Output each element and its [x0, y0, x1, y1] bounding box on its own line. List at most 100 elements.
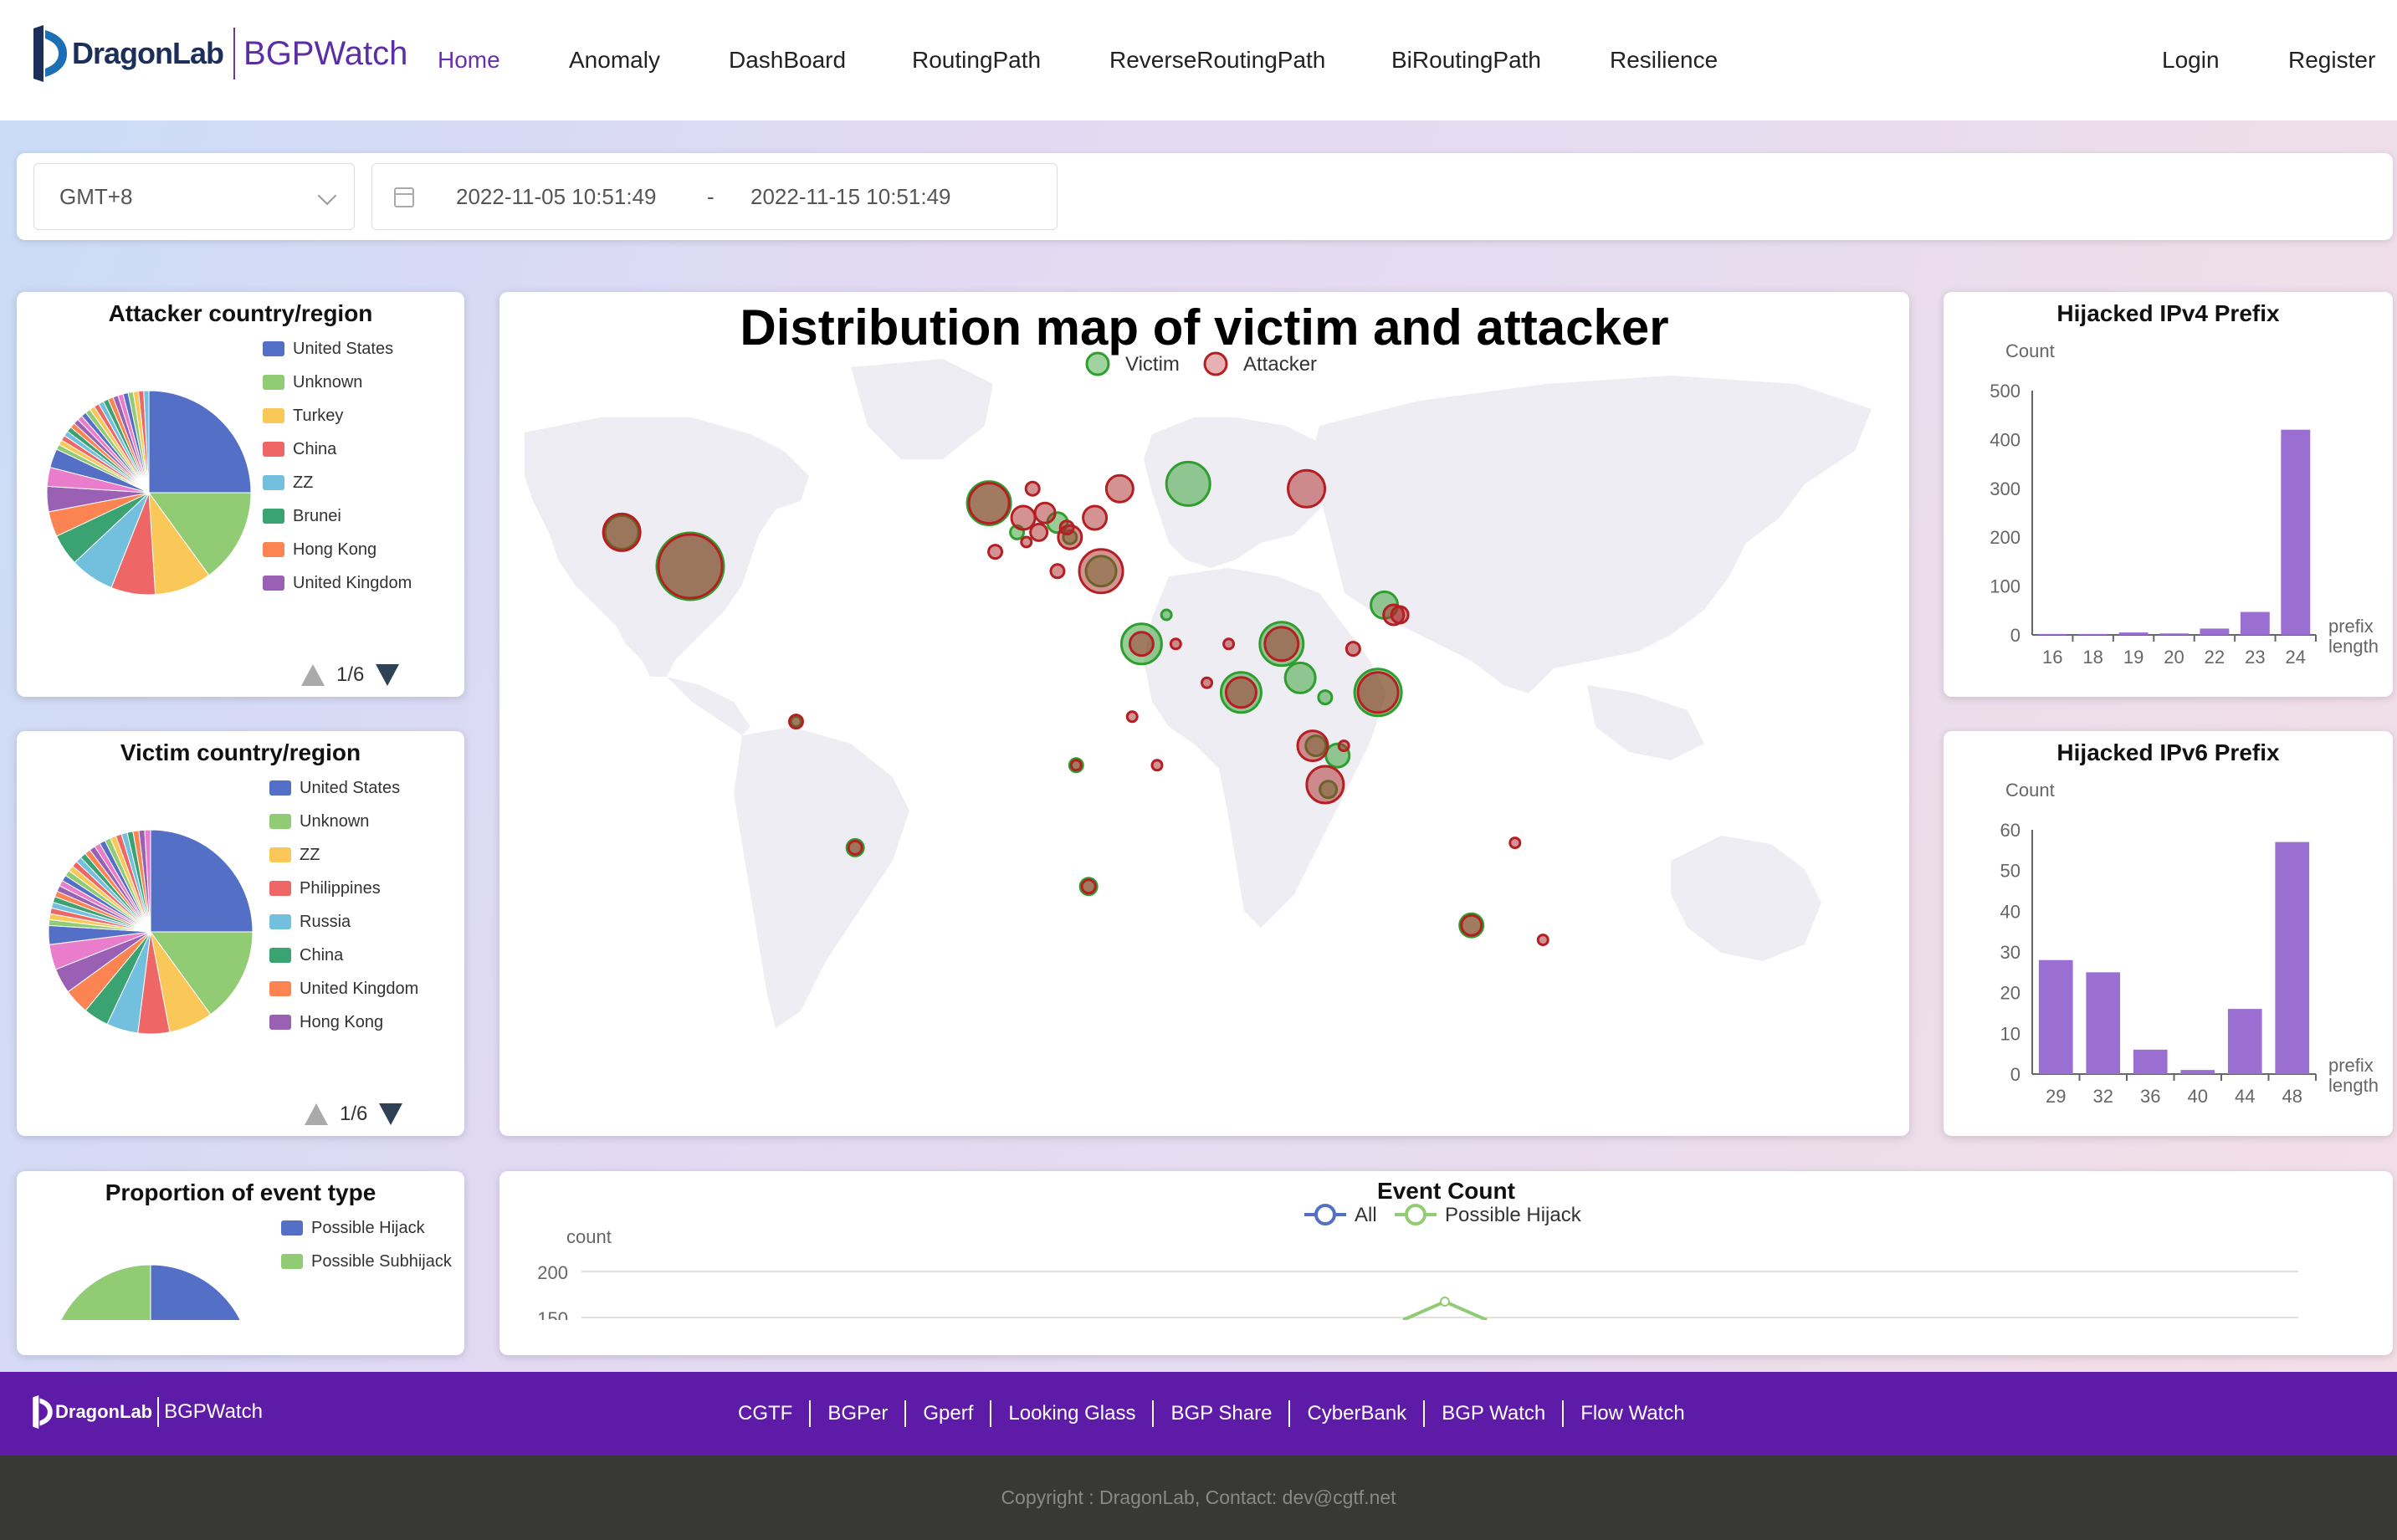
all-legend-icon[interactable] [1314, 1204, 1336, 1225]
register-link[interactable]: Register [2288, 47, 2375, 74]
attacker-legend-icon[interactable] [1203, 351, 1228, 376]
victim-marker[interactable] [1283, 661, 1317, 694]
page-down-icon[interactable] [376, 664, 400, 686]
possible-hijack-peak-point[interactable] [1440, 1297, 1450, 1307]
attacker-marker[interactable] [1305, 765, 1345, 805]
nav-resilience[interactable]: Resilience [1610, 47, 1718, 74]
attacker-marker[interactable] [1390, 605, 1410, 625]
bar-44[interactable] [2227, 1009, 2262, 1074]
login-link[interactable]: Login [2162, 47, 2220, 74]
attacker-marker[interactable] [847, 839, 863, 856]
dragonlab-logo[interactable]: DragonLab BGPWatch [32, 25, 407, 82]
attacker-marker[interactable] [657, 533, 724, 600]
attacker-marker[interactable] [967, 482, 1011, 525]
attacker-marker[interactable] [1010, 504, 1037, 531]
attacker-marker[interactable] [1263, 626, 1300, 663]
legend-item-brunei[interactable]: Brunei [263, 499, 412, 533]
bar-19[interactable] [2118, 632, 2149, 635]
nav-routingpath[interactable]: RoutingPath [912, 47, 1041, 74]
possible-hijack-legend-icon[interactable] [1405, 1204, 1426, 1225]
legend-item-united-states[interactable]: United States [269, 771, 418, 805]
page-up-icon[interactable] [301, 664, 325, 686]
attacker-marker[interactable] [1224, 676, 1257, 709]
footer-link-cyberbank[interactable]: CyberBank [1288, 1400, 1423, 1427]
attacker-marker[interactable] [1287, 468, 1327, 509]
legend-item-zz[interactable]: ZZ [263, 466, 412, 499]
end-date[interactable]: 2022-11-15 10:51:49 [750, 184, 951, 210]
bar-40[interactable] [2180, 1070, 2215, 1074]
attacker-marker[interactable] [1508, 837, 1522, 850]
bar-24[interactable] [2281, 429, 2311, 635]
attacker-marker[interactable] [1150, 759, 1164, 772]
bar-48[interactable] [2275, 842, 2310, 1074]
bar-20[interactable] [2159, 633, 2189, 635]
nav-dashboard[interactable]: DashBoard [729, 47, 846, 74]
footer-link-gperf[interactable]: Gperf [904, 1400, 990, 1427]
attacker-marker[interactable] [1080, 878, 1097, 895]
legend-item-china[interactable]: China [269, 939, 418, 972]
legend-item-china[interactable]: China [263, 432, 412, 466]
footer-link-cgtf[interactable]: CGTF [721, 1400, 809, 1427]
attacker-marker[interactable] [1536, 934, 1549, 947]
page-down-icon[interactable] [379, 1103, 403, 1125]
attacker-marker[interactable] [1460, 913, 1483, 937]
footer-link-looking-glass[interactable]: Looking Glass [990, 1400, 1152, 1427]
attacker-marker[interactable] [602, 512, 642, 552]
legend-item-zz[interactable]: ZZ [269, 838, 418, 872]
attacker-marker[interactable] [1128, 631, 1155, 657]
attacker-marker[interactable] [1104, 473, 1134, 504]
bar-32[interactable] [2086, 972, 2121, 1074]
start-date[interactable]: 2022-11-05 10:51:49 [456, 184, 657, 210]
legend-item-russia[interactable]: Russia [263, 600, 412, 606]
attacker-marker[interactable] [987, 544, 1004, 560]
attacker-marker[interactable] [1337, 739, 1350, 753]
pie-slice-possible-subhijack[interactable] [59, 1264, 151, 1320]
legend-item-philippines[interactable]: Philippines [269, 872, 418, 905]
nav-biroutingpath[interactable]: BiRoutingPath [1391, 47, 1541, 74]
legend-item-hong-kong[interactable]: Hong Kong [263, 533, 412, 566]
attacker-marker[interactable] [1024, 480, 1041, 497]
attacker-marker[interactable] [1356, 671, 1400, 714]
nav-anomaly[interactable]: Anomaly [569, 47, 660, 74]
legend-item-united-states[interactable]: United States [263, 332, 412, 366]
legend-item-united-kingdom[interactable]: United Kingdom [263, 566, 412, 600]
timezone-select[interactable]: GMT+8 [33, 163, 355, 230]
attacker-marker[interactable] [1033, 501, 1057, 524]
attacker-marker[interactable] [1344, 641, 1361, 657]
world-map[interactable]: Victim Attacker [499, 292, 1909, 1136]
footer-logo[interactable]: DragonLab BGPWatch [32, 1395, 263, 1429]
attacker-marker[interactable] [1049, 563, 1066, 580]
legend-item-nepal[interactable]: Nepal [269, 1039, 418, 1046]
bar-23[interactable] [2240, 611, 2270, 635]
victim-legend-icon[interactable] [1085, 351, 1110, 376]
attacker-marker[interactable] [1125, 710, 1139, 724]
legend-item-hong-kong[interactable]: Hong Kong [269, 1005, 418, 1039]
attacker-marker[interactable] [1069, 759, 1083, 772]
legend-item-united-kingdom[interactable]: United Kingdom [269, 972, 418, 1005]
attacker-marker[interactable] [1058, 519, 1075, 536]
footer-link-bgp-watch[interactable]: BGP Watch [1423, 1400, 1562, 1427]
attacker-marker[interactable] [1078, 548, 1124, 595]
attacker-marker[interactable] [1169, 637, 1182, 651]
date-range-picker[interactable]: 2022-11-05 10:51:49 - 2022-11-15 10:51:4… [371, 163, 1058, 230]
attacker-marker[interactable] [1222, 637, 1236, 651]
legend-item-russia[interactable]: Russia [269, 905, 418, 939]
attacker-marker[interactable] [1082, 504, 1109, 531]
victim-marker[interactable] [1160, 608, 1173, 622]
victim-marker[interactable] [1165, 460, 1211, 507]
legend-item-turkey[interactable]: Turkey [263, 399, 412, 432]
nav-reverseroutingpath[interactable]: ReverseRoutingPath [1109, 47, 1325, 74]
attacker-marker[interactable] [1201, 676, 1214, 689]
bar-18[interactable] [2078, 633, 2108, 635]
nav-home[interactable]: Home [438, 47, 500, 74]
attacker-marker[interactable] [1029, 522, 1049, 542]
bar-29[interactable] [2038, 959, 2073, 1074]
bar-36[interactable] [2133, 1049, 2168, 1074]
page-up-icon[interactable] [305, 1103, 328, 1125]
legend-item-possible-hijack[interactable]: Possible Hijack [281, 1211, 452, 1245]
attacker-marker[interactable] [1296, 729, 1329, 763]
pie-slice-united-states[interactable] [150, 829, 254, 933]
bar-16[interactable] [2037, 633, 2067, 635]
footer-link-bgp-share[interactable]: BGP Share [1152, 1400, 1288, 1427]
bar-22[interactable] [2200, 628, 2230, 635]
